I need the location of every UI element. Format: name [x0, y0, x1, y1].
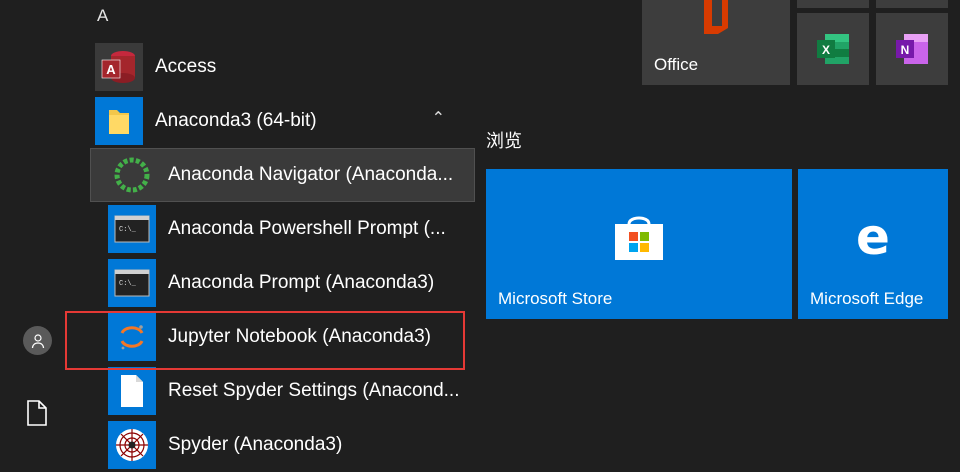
- app-anaconda-powershell-prompt[interactable]: C:\_ Anaconda Powershell Prompt (...: [108, 202, 465, 256]
- tile-label: Microsoft Store: [498, 289, 613, 308]
- access-icon: A: [95, 43, 143, 91]
- svg-text:X: X: [822, 43, 830, 57]
- app-label: Anaconda Powershell Prompt (...: [168, 218, 446, 239]
- document-icon[interactable]: [26, 400, 48, 426]
- app-anaconda-navigator[interactable]: Anaconda Navigator (Anaconda...: [90, 148, 475, 202]
- chevron-up-icon[interactable]: ⌃: [432, 108, 445, 128]
- tile-excel[interactable]: X: [797, 13, 869, 85]
- app-label: Anaconda Navigator (Anaconda...: [168, 164, 454, 185]
- app-label: Spyder (Anaconda3): [168, 434, 343, 455]
- svg-text:C:\_: C:\_: [119, 280, 137, 288]
- app-reset-spyder-settings[interactable]: Reset Spyder Settings (Anacond...: [108, 364, 465, 418]
- tile-microsoft-edge[interactable]: e Microsoft Edge: [798, 169, 948, 319]
- section-letter[interactable]: A: [97, 6, 108, 26]
- tile-group-label: 浏览: [486, 131, 522, 151]
- user-avatar[interactable]: [23, 326, 52, 355]
- svg-text:A: A: [106, 62, 116, 77]
- app-label: Anaconda3 (64-bit): [155, 110, 317, 131]
- app-access[interactable]: A Access: [95, 40, 465, 94]
- app-label: Anaconda Prompt (Anaconda3): [168, 272, 435, 293]
- tile-onenote[interactable]: N: [876, 13, 948, 85]
- user-icon: [31, 333, 44, 348]
- excel-icon: X: [817, 34, 849, 64]
- tile-microsoft-store[interactable]: Microsoft Store: [486, 169, 792, 319]
- start-rail: [0, 0, 75, 471]
- svg-text:C:\_: C:\_: [119, 226, 137, 234]
- tile-office[interactable]: Office: [642, 0, 790, 85]
- tile-top-1[interactable]: [797, 0, 869, 8]
- tile-top-2[interactable]: [876, 0, 948, 8]
- folder-anaconda3[interactable]: Anaconda3 (64-bit) ⌃: [95, 94, 465, 148]
- highlight-box: [65, 311, 465, 370]
- app-spyder[interactable]: Spyder (Anaconda3): [108, 418, 465, 472]
- app-list: A A Access Anaconda3 (64-bit) ⌃ Anaconda…: [75, 0, 475, 472]
- spyder-icon: [108, 421, 156, 469]
- terminal-icon: C:\_: [108, 259, 156, 307]
- svg-text:e: e: [856, 214, 890, 260]
- store-icon: [615, 216, 663, 260]
- office-icon: [704, 0, 728, 34]
- svg-text:N: N: [901, 43, 910, 57]
- anaconda-navigator-icon: [108, 151, 156, 199]
- onenote-icon: N: [896, 34, 928, 64]
- terminal-icon: C:\_: [108, 205, 156, 253]
- edge-icon: e: [856, 214, 890, 260]
- app-label: Access: [155, 56, 217, 77]
- tile-label: Microsoft Edge: [810, 289, 924, 308]
- app-anaconda-prompt[interactable]: C:\_ Anaconda Prompt (Anaconda3): [108, 256, 465, 310]
- file-icon: [108, 367, 156, 415]
- app-label: Reset Spyder Settings (Anacond...: [168, 380, 460, 401]
- folder-icon: [95, 97, 143, 145]
- tile-label: Office: [654, 55, 699, 74]
